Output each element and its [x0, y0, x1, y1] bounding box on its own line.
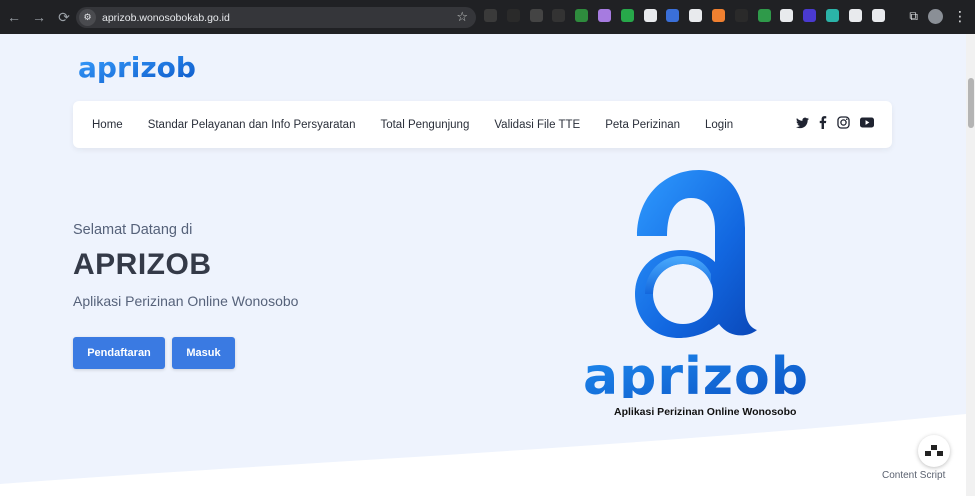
extension-icon[interactable]	[484, 9, 497, 22]
scrollbar-thumb[interactable]	[968, 78, 974, 128]
extension-icon[interactable]	[597, 9, 611, 22]
extension-icon[interactable]	[620, 9, 634, 22]
youtube-icon[interactable]	[860, 117, 874, 128]
page-viewport: aprizob Home Standar Pelayanan dan Info …	[0, 34, 966, 496]
extension-icon[interactable]	[666, 9, 680, 22]
main-navbar: Home Standar Pelayanan dan Info Persyara…	[73, 101, 892, 148]
nav-validasi-tte[interactable]: Validasi File TTE	[494, 119, 580, 131]
nav-home[interactable]: Home	[92, 119, 123, 131]
extension-icon[interactable]	[575, 9, 589, 22]
twitter-icon[interactable]	[796, 117, 809, 129]
page-scrollbar[interactable]	[966, 34, 975, 496]
facebook-icon[interactable]	[819, 116, 827, 129]
extension-icon[interactable]	[689, 9, 703, 22]
extension-icon[interactable]	[803, 9, 817, 22]
back-icon[interactable]: ←	[3, 6, 25, 28]
browser-menu-icon[interactable]: ⋮	[953, 8, 967, 25]
logo-wordmark-large: aprizob	[583, 347, 809, 398]
browser-toolbar: ← → ⟳ ⚙ aprizob.wonosobokab.go.id ☆ ⧉ ⋮	[0, 0, 975, 34]
content-script-button[interactable]	[918, 435, 950, 467]
profile-avatar[interactable]	[928, 9, 943, 24]
extension-icon[interactable]	[529, 9, 543, 22]
nav-login[interactable]: Login	[705, 119, 733, 131]
extension-icon[interactable]	[848, 9, 862, 22]
extension-icon[interactable]	[734, 9, 748, 22]
extension-icon[interactable]	[506, 9, 520, 22]
hero-welcome-text: Selamat Datang di	[73, 222, 193, 238]
bookmark-star-icon[interactable]: ☆	[456, 9, 468, 25]
extensions-bar	[484, 9, 894, 22]
site-logo[interactable]: aprizob	[77, 48, 197, 89]
reload-icon[interactable]: ⟳	[53, 6, 75, 28]
hero-subtitle: Aplikasi Perizinan Online Wonosobo	[73, 293, 299, 309]
extension-icon[interactable]	[552, 9, 566, 22]
address-bar[interactable]: ⚙ aprizob.wonosobokab.go.id ☆	[76, 7, 476, 28]
hero-title: APRIZOB	[73, 248, 212, 281]
extensions-puzzle-icon[interactable]: ⧉	[909, 9, 918, 24]
social-links	[786, 116, 874, 129]
instagram-icon[interactable]	[837, 116, 850, 129]
extension-icon[interactable]	[711, 9, 725, 22]
extension-icon[interactable]	[825, 9, 839, 22]
nav-peta-perizinan[interactable]: Peta Perizinan	[605, 119, 680, 131]
login-button[interactable]: Masuk	[172, 337, 235, 369]
site-info-icon[interactable]: ⚙	[79, 9, 96, 26]
nav-total-pengunjung[interactable]: Total Pengunjung	[380, 119, 469, 131]
register-button[interactable]: Pendaftaran	[73, 337, 165, 369]
logo-emblem-hole	[653, 264, 713, 324]
extension-icon[interactable]	[643, 9, 657, 22]
logo-tagline: Aplikasi Perizinan Online Wonosobo	[614, 406, 797, 418]
extension-icon[interactable]	[871, 9, 885, 22]
logo-wordmark: aprizob	[78, 51, 196, 84]
url-text[interactable]: aprizob.wonosobokab.go.id	[102, 12, 230, 24]
content-script-label: Content Script	[882, 470, 946, 481]
content-script-icon	[925, 445, 943, 456]
forward-icon[interactable]: →	[28, 6, 50, 28]
hero-logo-illustration: aprizob	[583, 166, 825, 407]
extension-icon[interactable]	[757, 9, 771, 22]
extension-icon[interactable]	[780, 9, 794, 22]
nav-standar-pelayanan[interactable]: Standar Pelayanan dan Info Persyaratan	[148, 119, 356, 131]
